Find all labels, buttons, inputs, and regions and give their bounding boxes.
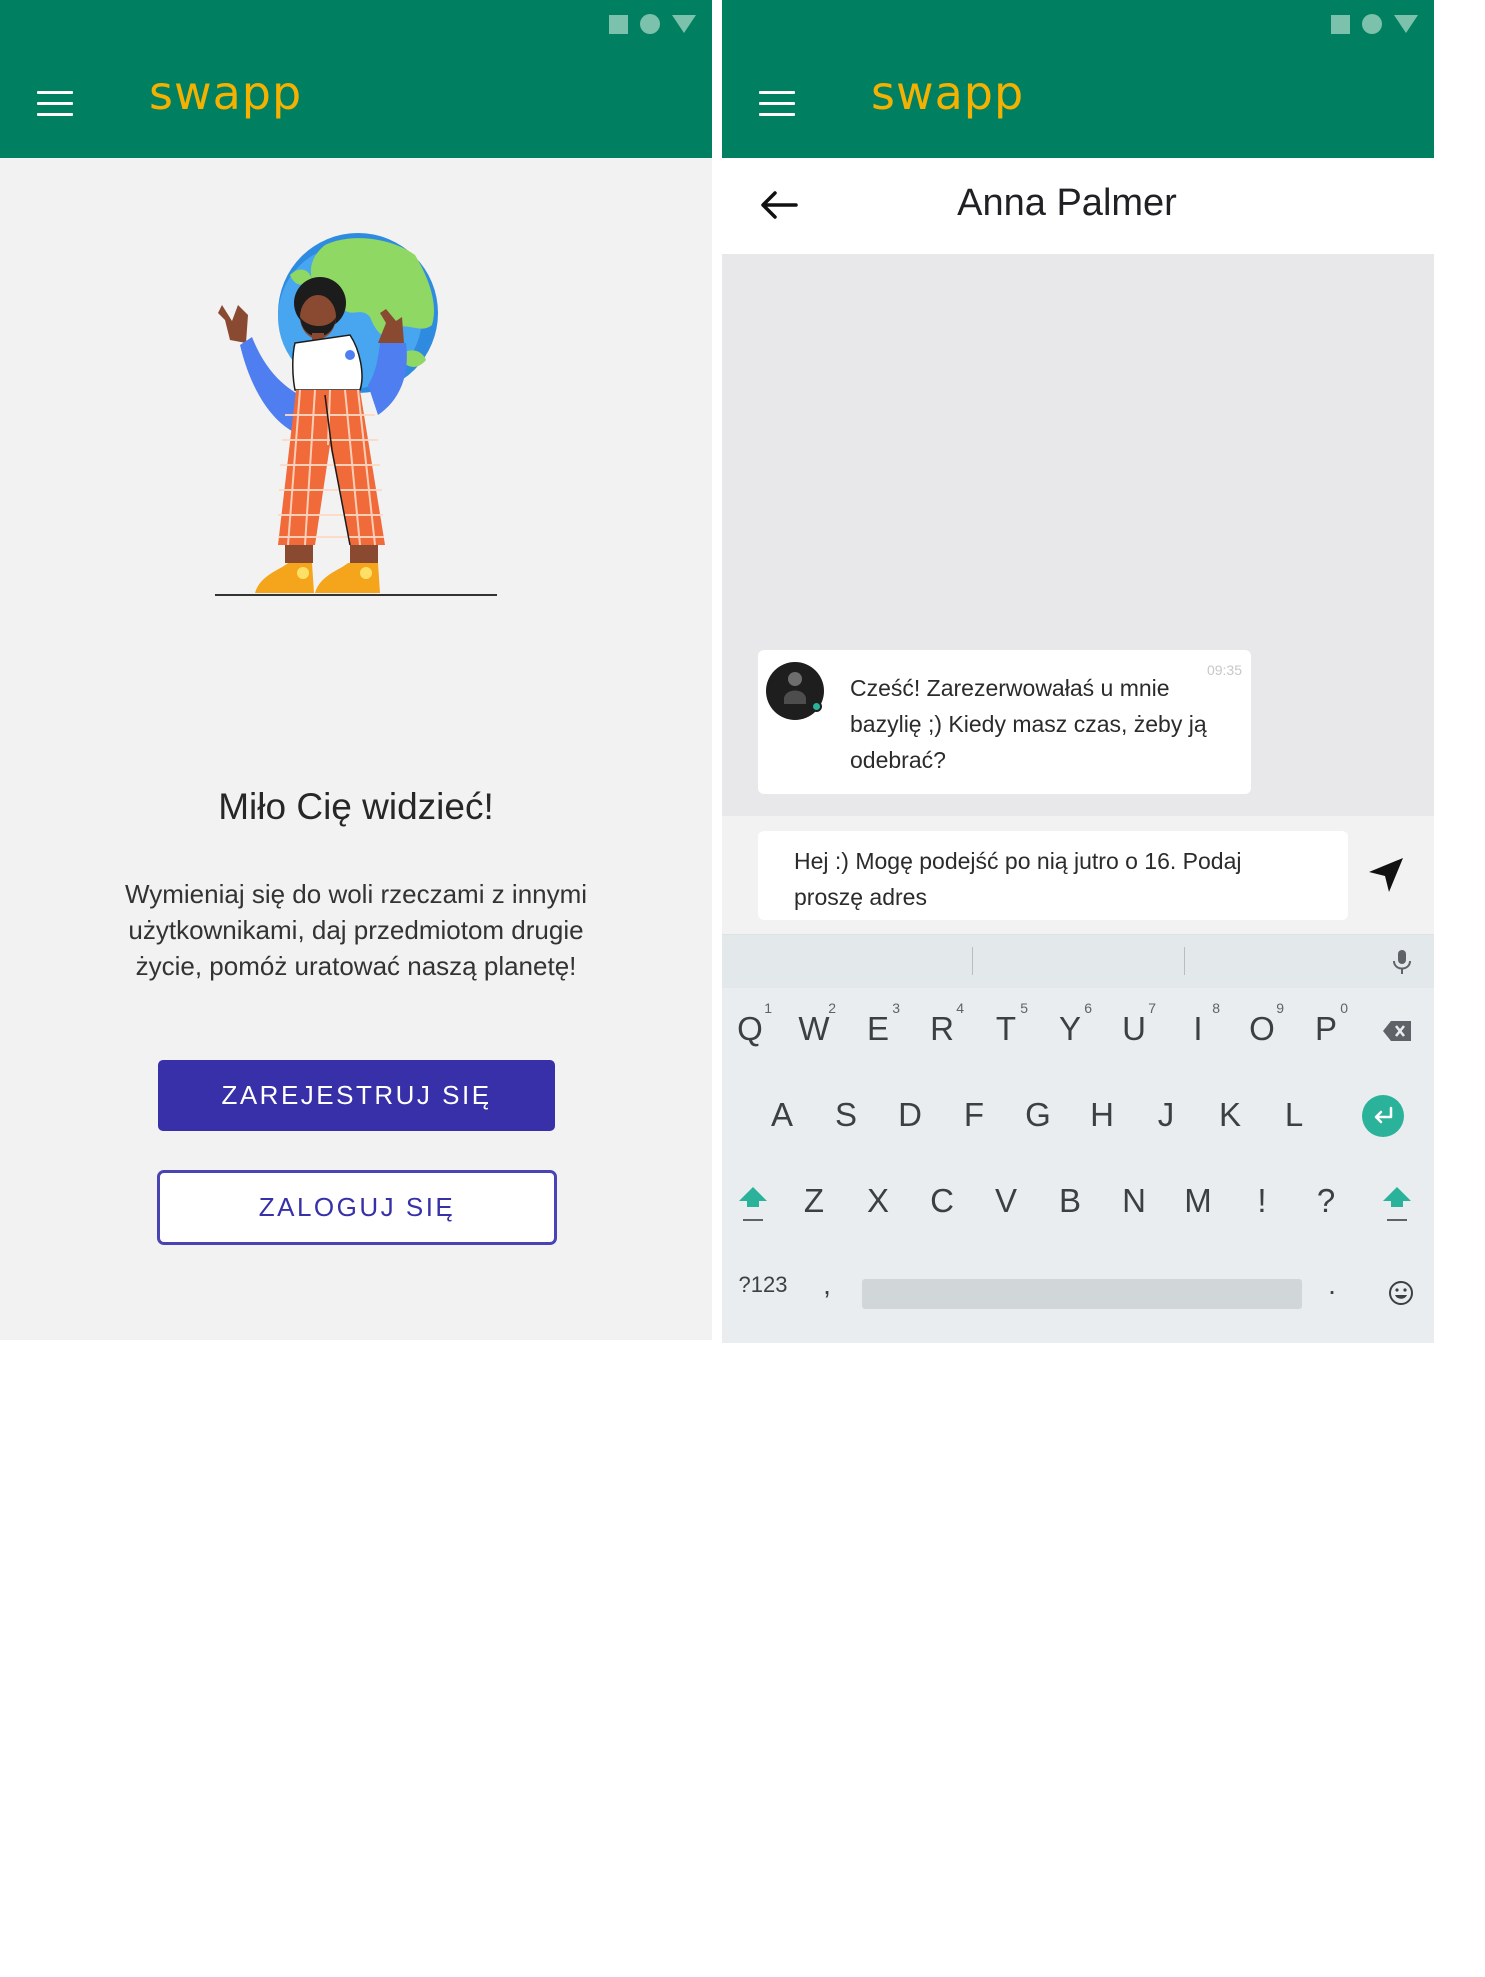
suggestion-divider [972,947,973,975]
on-screen-keyboard: Q1 W2 E3 R4 T5 Y6 U7 I8 O9 P0 A S D F G … [722,934,1434,1343]
spacebar[interactable] [862,1279,1302,1309]
key-a[interactable]: A [754,1085,810,1145]
key-f[interactable]: F [946,1085,1002,1145]
message-input[interactable]: Hej :) Mogę podejść po nią jutro o 16. P… [758,831,1348,920]
circle-icon [1362,14,1382,34]
key-n[interactable]: N [1106,1171,1162,1231]
key-y[interactable]: Y6 [1042,999,1098,1059]
emoji-icon[interactable] [1388,1280,1414,1306]
app-bar: swapp [0,0,712,158]
key-r[interactable]: R4 [914,999,970,1059]
suggestion-bar [722,935,1434,988]
key-t[interactable]: T5 [978,999,1034,1059]
key-z[interactable]: Z [786,1171,842,1231]
triangle-icon [672,15,696,33]
key-u[interactable]: U7 [1106,999,1162,1059]
login-button[interactable]: ZALOGUJ SIĘ [157,1170,557,1245]
key-i[interactable]: I8 [1170,999,1226,1059]
key-e[interactable]: E3 [850,999,906,1059]
contact-name: Anna Palmer [957,182,1177,224]
incoming-message: 09:35 Cześć! Zarezerwowałaś u mnie bazyl… [758,650,1251,794]
chat-screen: swapp Anna Palmer 09:35 Cześć! Zarezerwo… [722,0,1434,1343]
microphone-icon[interactable] [1391,949,1413,975]
app-bar: swapp [722,0,1434,158]
welcome-screen: swapp Miło Cię widzieć! Wymieniaj się do… [0,0,712,1340]
register-button[interactable]: ZAREJESTRUJ SIĘ [158,1060,555,1131]
suggestion-divider [1184,947,1185,975]
message-input-text: Hej :) Mogę podejść po nią jutro o 16. P… [794,848,1242,910]
hamburger-menu-icon[interactable] [37,91,73,116]
key-l[interactable]: L [1266,1085,1322,1145]
key-c[interactable]: C [914,1171,970,1231]
person-holding-globe-illustration [215,233,497,596]
key-b[interactable]: B [1042,1171,1098,1231]
key-question[interactable]: ? [1298,1171,1354,1231]
backspace-icon[interactable] [1382,1020,1412,1042]
key-k[interactable]: K [1202,1085,1258,1145]
key-exclamation[interactable]: ! [1234,1171,1290,1231]
key-p[interactable]: P0 [1298,999,1354,1059]
key-g[interactable]: G [1010,1085,1066,1145]
square-icon [609,14,628,34]
send-icon[interactable] [1366,855,1406,895]
key-x[interactable]: X [850,1171,906,1231]
welcome-description: Wymieniaj się do woli rzeczami z innymi … [124,879,588,981]
key-m[interactable]: M [1170,1171,1226,1231]
key-d[interactable]: D [882,1085,938,1145]
symbols-key[interactable]: ?123 [728,1265,798,1305]
period-key[interactable]: . [1317,1265,1347,1305]
compose-row: Hej :) Mogę podejść po nią jutro o 16. P… [722,816,1434,934]
key-h[interactable]: H [1074,1085,1130,1145]
enter-icon[interactable] [1362,1095,1404,1137]
welcome-title: Miło Cię widzieć! [218,786,494,827]
shift-right-icon[interactable] [1382,1185,1412,1223]
key-s[interactable]: S [818,1085,874,1145]
message-text: Cześć! Zarezerwowałaś u mnie bazylię ;) … [850,675,1207,773]
comma-key[interactable]: , [812,1265,842,1305]
app-logo: swapp [149,66,303,120]
hamburger-menu-icon[interactable] [759,91,795,116]
online-status-dot [811,701,822,712]
key-o[interactable]: O9 [1234,999,1290,1059]
circle-icon [640,14,660,34]
app-logo: swapp [871,66,1025,120]
key-q[interactable]: Q1 [722,999,778,1059]
key-w[interactable]: W2 [786,999,842,1059]
key-v[interactable]: V [978,1171,1034,1231]
status-bar [609,14,696,34]
key-j[interactable]: J [1138,1085,1194,1145]
square-icon [1331,14,1350,34]
shift-left-icon[interactable] [738,1185,768,1223]
chat-header: Anna Palmer [722,158,1434,254]
triangle-icon [1394,15,1418,33]
status-bar [1331,14,1418,34]
